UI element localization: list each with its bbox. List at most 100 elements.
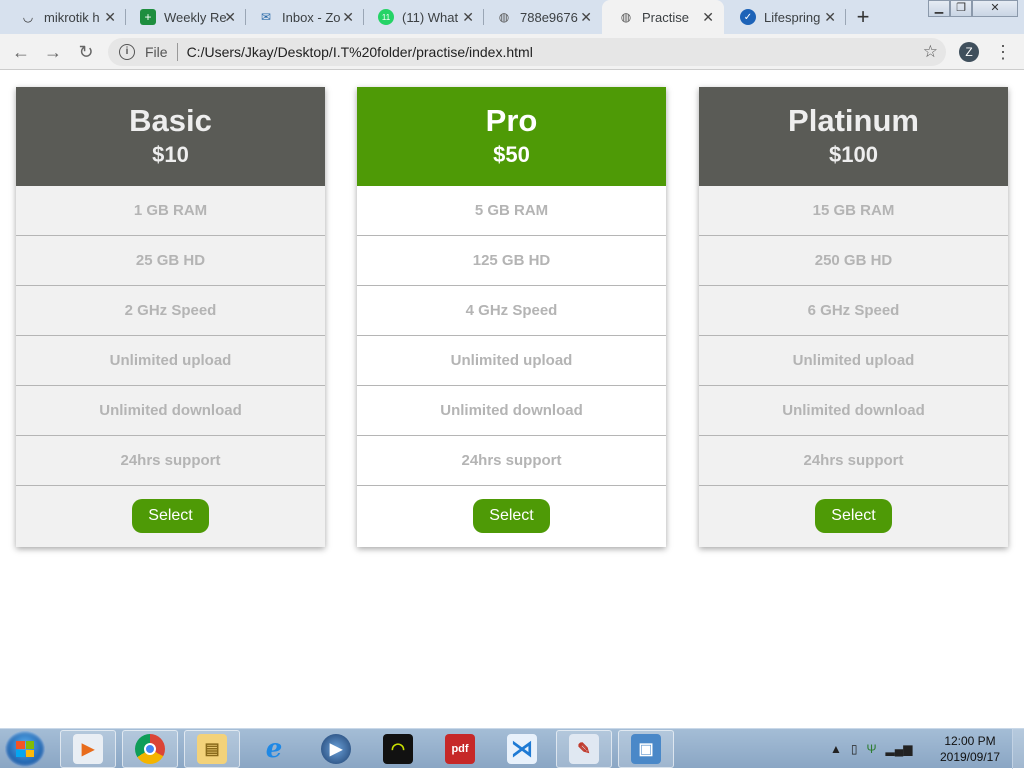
- card-footer: Select: [16, 486, 325, 546]
- close-icon[interactable]: ✕: [104, 9, 116, 26]
- show-desktop-button[interactable]: [1012, 729, 1024, 769]
- select-button[interactable]: Select: [132, 499, 209, 533]
- close-icon[interactable]: ✕: [224, 9, 236, 26]
- plan-price: $50: [493, 142, 530, 167]
- feature-item: 25 GB HD: [16, 236, 325, 286]
- browser-tab[interactable]: + Weekly Re ✕: [124, 0, 246, 34]
- windows-taskbar: ▶ ▤ e ▶ ◠ pdf ⋊ ✎ ▣ ▲ ▯ Ψ ▂▄▆ 12:00 PM 2…: [0, 728, 1024, 769]
- globe-icon: ◍: [620, 10, 632, 24]
- forward-icon[interactable]: →: [42, 41, 64, 63]
- plan-name: Basic: [129, 103, 212, 138]
- browser-tab[interactable]: ◍ 788e9676 ✕: [480, 0, 602, 34]
- feature-item: 1 GB RAM: [16, 186, 325, 236]
- feature-item: 24hrs support: [16, 436, 325, 486]
- tab-title: Practise: [642, 9, 689, 25]
- device-icon[interactable]: ▯: [851, 742, 858, 756]
- window-close-icon[interactable]: ✕: [972, 0, 1018, 17]
- feature-item: Unlimited upload: [699, 336, 1008, 386]
- feature-item: 4 GHz Speed: [357, 286, 666, 336]
- clock-date: 2019/09/17: [939, 750, 1001, 764]
- system-tray: ▲ ▯ Ψ ▂▄▆: [830, 735, 922, 763]
- mail-icon: ✉: [260, 10, 272, 24]
- start-button[interactable]: [5, 731, 45, 767]
- feature-item: 24hrs support: [357, 436, 666, 486]
- feature-item: 2 GHz Speed: [16, 286, 325, 336]
- feature-item: Unlimited download: [16, 386, 325, 436]
- windows-media-player-icon[interactable]: ▶: [308, 730, 364, 768]
- browser-tab[interactable]: ✉ Inbox - Zo ✕: [242, 0, 364, 34]
- feature-item: 5 GB RAM: [357, 186, 666, 236]
- feature-item: Unlimited download: [699, 386, 1008, 436]
- feature-item: Unlimited download: [357, 386, 666, 436]
- card-header: Pro $50: [357, 87, 666, 186]
- plan-price: $100: [829, 142, 878, 167]
- plan-name: Platinum: [788, 103, 919, 138]
- pdf-icon[interactable]: pdf: [432, 730, 488, 768]
- sheets-icon: +: [140, 9, 156, 25]
- clock-time: 12:00 PM: [944, 734, 996, 748]
- address-bar[interactable]: i File C:/Users/Jkay/Desktop/I.T%20folde…: [108, 38, 946, 66]
- whatsapp-icon: 11: [378, 9, 394, 25]
- close-icon[interactable]: ✕: [824, 9, 836, 26]
- minimize-icon[interactable]: ▁: [928, 0, 950, 17]
- chrome-icon[interactable]: [122, 730, 178, 768]
- tab-separator: [845, 9, 846, 25]
- new-tab-icon[interactable]: +: [852, 4, 874, 30]
- select-button[interactable]: Select: [473, 499, 550, 533]
- taskbar-clock[interactable]: 12:00 PM 2019/09/17: [932, 733, 1008, 765]
- close-icon[interactable]: ✕: [462, 9, 474, 26]
- address-scheme: File: [145, 44, 168, 60]
- signal-strength-icon[interactable]: ▂▄▆: [886, 742, 913, 756]
- card-footer: Select: [699, 486, 1008, 546]
- network-activity-icon[interactable]: Ψ: [867, 742, 877, 756]
- feature-item: 6 GHz Speed: [699, 286, 1008, 336]
- feature-item: Unlimited upload: [357, 336, 666, 386]
- vscode-icon[interactable]: ⋊: [494, 730, 550, 768]
- browser-toolbar: ← → ↻ i File C:/Users/Jkay/Desktop/I.T%2…: [0, 34, 1024, 70]
- browser-tab[interactable]: 11 (11) What ✕: [362, 0, 484, 34]
- tab-title: mikrotik h: [44, 9, 100, 25]
- globe-icon: ◍: [498, 10, 510, 24]
- paint-icon[interactable]: ✎: [556, 730, 612, 768]
- tab-title: (11) What: [402, 9, 459, 25]
- internet-explorer-icon[interactable]: e: [246, 730, 302, 768]
- feature-item: 24hrs support: [699, 436, 1008, 486]
- plan-price: $10: [152, 142, 189, 167]
- card-header: Platinum $100: [699, 87, 1008, 186]
- plan-name: Pro: [485, 103, 538, 138]
- lifespring-icon: ✓: [740, 9, 756, 25]
- app-icon[interactable]: ◠: [370, 730, 426, 768]
- select-button[interactable]: Select: [815, 499, 892, 533]
- back-icon[interactable]: ←: [10, 41, 32, 63]
- reload-icon[interactable]: ↻: [75, 41, 97, 63]
- close-icon[interactable]: ✕: [342, 9, 354, 26]
- tray-expand-icon[interactable]: ▲: [830, 742, 842, 756]
- close-icon[interactable]: ✕: [702, 9, 714, 26]
- card-footer: Select: [357, 486, 666, 546]
- profile-avatar[interactable]: Z: [959, 42, 979, 62]
- bookmark-star-icon[interactable]: ☆: [923, 42, 938, 62]
- tab-title: 788e9676: [520, 9, 578, 25]
- restore-icon[interactable]: ❐: [950, 0, 972, 17]
- info-icon[interactable]: i: [119, 44, 135, 60]
- tab-title: Inbox - Zo: [282, 9, 341, 25]
- media-player-icon[interactable]: ▶: [60, 730, 116, 768]
- browser-tab-active[interactable]: ◍ Practise ✕: [602, 0, 724, 34]
- address-url[interactable]: C:/Users/Jkay/Desktop/I.T%20folder/pract…: [187, 44, 533, 60]
- tab-title: Lifespring: [764, 9, 821, 25]
- photo-viewer-icon[interactable]: ▣: [618, 730, 674, 768]
- feature-item: Unlimited upload: [16, 336, 325, 386]
- file-explorer-icon[interactable]: ▤: [184, 730, 240, 768]
- pricing-card-basic: Basic $10 1 GB RAM 25 GB HD 2 GHz Speed …: [16, 87, 325, 547]
- feature-item: 125 GB HD: [357, 236, 666, 286]
- menu-kebab-icon[interactable]: ⋮: [994, 42, 1012, 62]
- browser-tab[interactable]: ◡ mikrotik h ✕: [4, 0, 126, 34]
- tab-title: Weekly Re: [164, 9, 226, 25]
- address-divider: [176, 43, 178, 61]
- mikrotik-icon: ◡: [22, 10, 34, 24]
- close-icon[interactable]: ✕: [580, 9, 592, 26]
- page-viewport: Basic $10 1 GB RAM 25 GB HD 2 GHz Speed …: [0, 71, 1024, 728]
- window-controls: ▁ ❐ ✕: [928, 0, 1018, 18]
- browser-tab-strip: ◡ mikrotik h ✕ + Weekly Re ✕ ✉ Inbox - Z…: [0, 0, 1024, 34]
- browser-tab[interactable]: ✓ Lifespring ✕: [724, 0, 846, 34]
